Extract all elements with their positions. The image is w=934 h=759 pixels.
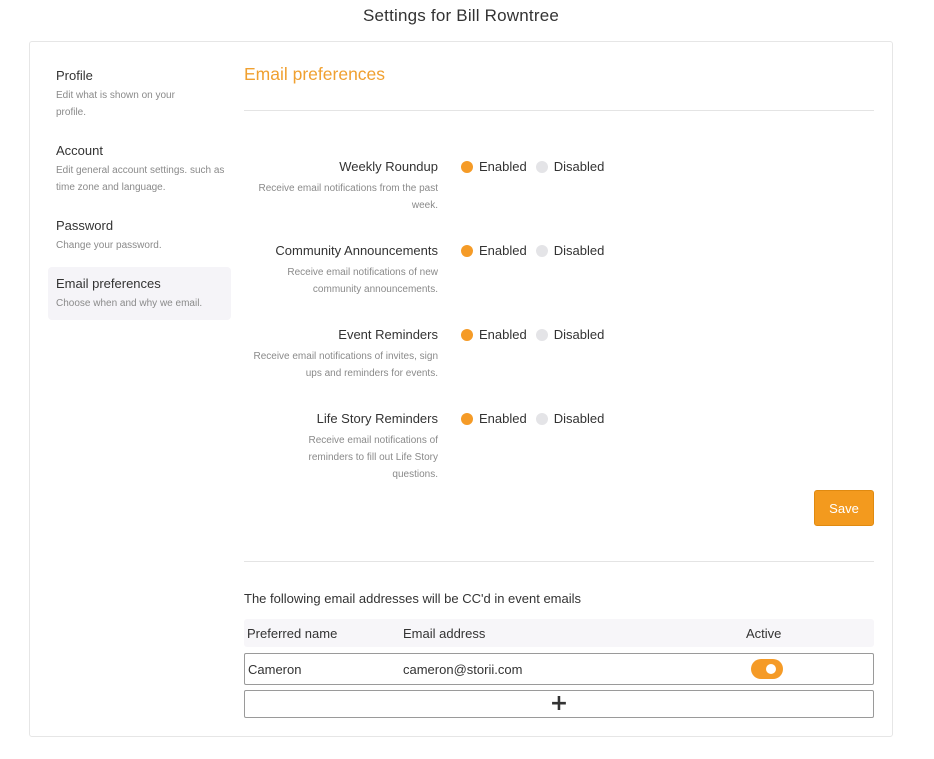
toggle-knob (766, 664, 776, 674)
radio-unselected-icon (535, 329, 548, 341)
cc-description: The following email addresses will be CC… (244, 591, 582, 606)
sidebar-item-title: Password (56, 218, 114, 233)
divider (244, 110, 874, 111)
table-row[interactable]: Cameron cameron@storii.com (244, 653, 874, 685)
pref-description: Receive email notifications of invites, … (253, 351, 438, 379)
table-header: Preferred name Email address Active (244, 619, 874, 647)
cell-preferred-name: Cameron (248, 662, 302, 677)
pref-name: Weekly Roundup (339, 159, 438, 174)
radio-disabled[interactable]: Disabled (535, 411, 605, 427)
column-header-active: Active (746, 626, 782, 641)
radio-disabled[interactable]: Disabled (535, 159, 605, 175)
add-email-button[interactable]: + (244, 690, 874, 718)
pref-options: Enabled Disabled (461, 411, 613, 427)
section-title: Email preferences (244, 64, 386, 84)
save-button[interactable]: Save (814, 490, 874, 526)
radio-unselected-icon (535, 245, 548, 257)
radio-label: Disabled (553, 159, 605, 174)
radio-selected-icon (461, 161, 473, 173)
page-title: Settings for Bill Rowntree (362, 6, 560, 25)
radio-disabled[interactable]: Disabled (535, 243, 605, 259)
sidebar-item-description: Edit general account settings. such as t… (56, 165, 225, 193)
radio-disabled[interactable]: Disabled (535, 327, 605, 343)
cell-email-address: cameron@storii.com (403, 662, 523, 677)
radio-enabled[interactable]: Enabled (461, 243, 527, 259)
sidebar-item-title: Email preferences (56, 276, 161, 291)
sidebar-item-description: Change your password. (56, 240, 162, 251)
divider (244, 561, 874, 562)
sidebar-item-email-preferences[interactable]: Email preferences Choose when and why we… (48, 267, 231, 320)
settings-card: Profile Edit what is shown on your profi… (29, 41, 893, 737)
radio-label: Enabled (479, 159, 527, 174)
pref-options: Enabled Disabled (461, 159, 613, 175)
sidebar-item-description: Edit what is shown on your profile. (56, 90, 175, 118)
radio-label: Disabled (553, 243, 605, 258)
active-toggle[interactable] (751, 659, 783, 679)
radio-selected-icon (461, 329, 473, 341)
radio-enabled[interactable]: Enabled (461, 327, 527, 343)
sidebar-item-title: Account (56, 143, 103, 158)
radio-selected-icon (461, 413, 473, 425)
radio-enabled[interactable]: Enabled (461, 411, 527, 427)
radio-unselected-icon (535, 413, 548, 425)
radio-selected-icon (461, 245, 473, 257)
pref-description: Receive email notifications from the pas… (258, 183, 438, 211)
radio-label: Disabled (553, 411, 605, 426)
pref-description: Receive email notifications of reminders… (308, 435, 438, 480)
sidebar-item-profile[interactable]: Profile Edit what is shown on your profi… (48, 59, 231, 129)
sidebar-item-title: Profile (56, 68, 93, 83)
radio-label: Enabled (479, 327, 527, 342)
pref-name: Community Announcements (275, 243, 438, 258)
pref-options: Enabled Disabled (461, 243, 613, 259)
pref-name: Event Reminders (338, 327, 438, 342)
radio-label: Disabled (553, 327, 605, 342)
column-header-email-address: Email address (403, 626, 486, 641)
radio-label: Enabled (479, 411, 527, 426)
radio-unselected-icon (535, 161, 548, 173)
pref-name: Life Story Reminders (316, 411, 438, 426)
plus-icon: + (549, 691, 569, 716)
sidebar-item-password[interactable]: Password Change your password. (48, 209, 231, 262)
pref-options: Enabled Disabled (461, 327, 613, 343)
radio-label: Enabled (479, 243, 527, 258)
radio-enabled[interactable]: Enabled (461, 159, 527, 175)
pref-description: Receive email notifications of new commu… (287, 267, 438, 295)
sidebar-item-description: Choose when and why we email. (56, 298, 203, 309)
sidebar-item-account[interactable]: Account Edit general account settings. s… (48, 134, 231, 204)
column-header-preferred-name: Preferred name (247, 626, 338, 641)
